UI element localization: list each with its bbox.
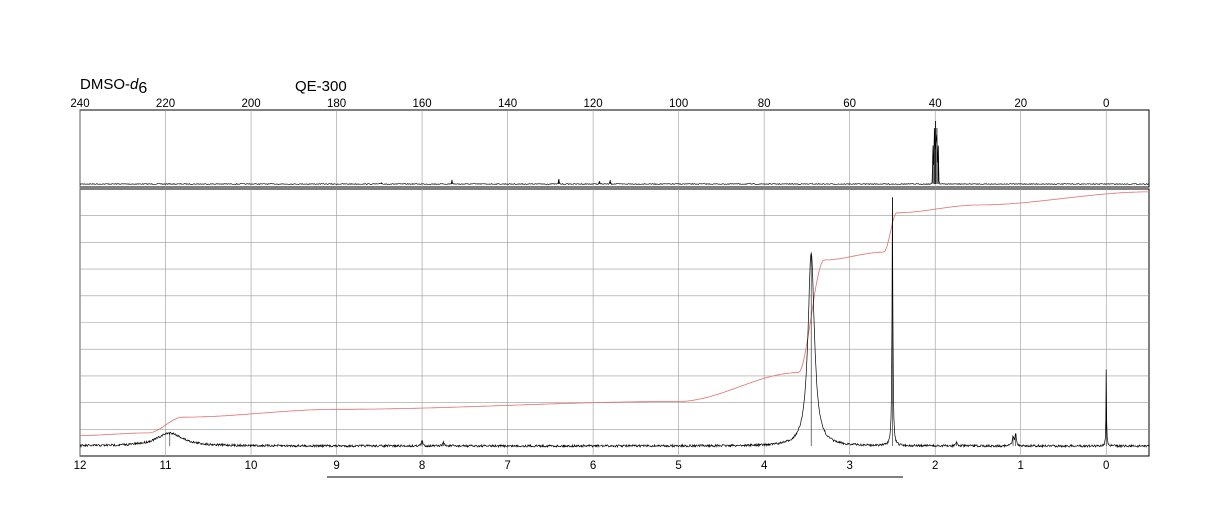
c13-panel: 240 220 200 180 160 140 120 100 80 60 40 20 0 bbox=[70, 98, 1150, 188]
c13-tick-label: 60 bbox=[843, 98, 856, 110]
c13-tick-label: 120 bbox=[584, 98, 603, 110]
c13-tick-label: 80 bbox=[758, 98, 771, 110]
h1-tick-label: 9 bbox=[333, 460, 339, 472]
c13-tick-label: 220 bbox=[156, 98, 175, 110]
h1-tick-label: 0 bbox=[1103, 460, 1109, 472]
c13-tick-label: 140 bbox=[498, 98, 517, 110]
h1-tick-label: 3 bbox=[846, 460, 852, 472]
c13-tick-label: 200 bbox=[241, 98, 260, 110]
h1-tick-label: 11 bbox=[160, 460, 172, 472]
c13-tick-label: 240 bbox=[70, 98, 89, 110]
c13-tick-label: 0 bbox=[1103, 98, 1109, 110]
h1-tick-label: 8 bbox=[419, 460, 425, 472]
h1-tick-label: 12 bbox=[74, 460, 87, 472]
h1-tick-label: 7 bbox=[504, 460, 510, 472]
c13-spectrum-line bbox=[79, 129, 1149, 185]
c13-tick-label: 40 bbox=[929, 98, 942, 110]
h1-panel: 12 11 10 9 8 7 6 5 4 3 2 1 0 bbox=[74, 188, 1150, 472]
h1-tick-label: 1 bbox=[1018, 460, 1024, 472]
c13-tick-label: 100 bbox=[669, 98, 688, 110]
h1-tick-label: 4 bbox=[761, 460, 768, 472]
c13-tick-label: 160 bbox=[412, 98, 431, 110]
h1-tick-label: 6 bbox=[590, 460, 596, 472]
h1-tick-label: 2 bbox=[932, 460, 938, 472]
nmr-chart: 240 220 200 180 160 140 120 100 80 60 40 20 0 12 11 10… bbox=[70, 98, 1150, 478]
h1-tick-label: 5 bbox=[675, 460, 681, 472]
c13-frame bbox=[79, 109, 1150, 188]
c13-tick-label: 20 bbox=[1014, 98, 1027, 110]
c13-tick-label: 180 bbox=[327, 98, 346, 110]
h1-integration-curve bbox=[80, 191, 1149, 436]
h1-tick-label: 10 bbox=[245, 460, 258, 472]
